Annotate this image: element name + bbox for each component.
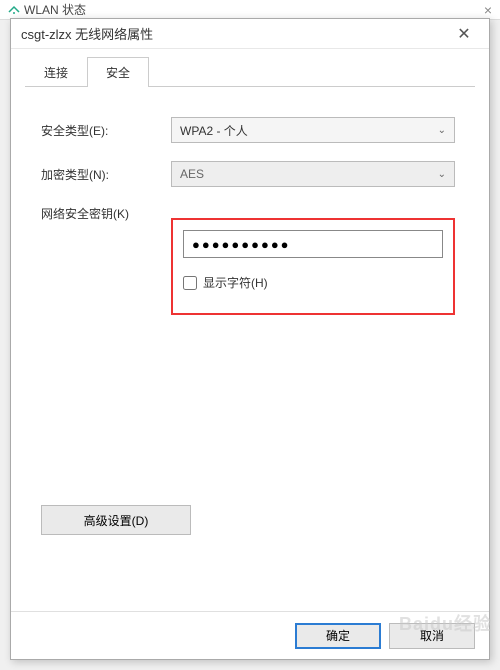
cancel-button[interactable]: 取消 — [389, 623, 475, 649]
wifi-icon — [8, 4, 20, 16]
show-chars-checkbox[interactable] — [183, 276, 197, 290]
encryption-type-select[interactable]: AES ⌄ — [171, 161, 455, 187]
chevron-down-icon: ⌄ — [438, 125, 446, 136]
network-key-label: 网络安全密钥(K) — [41, 205, 171, 222]
background-close-icon: × — [484, 2, 492, 18]
dialog-footer: 确定 取消 — [11, 611, 489, 659]
advanced-settings-button[interactable]: 高级设置(D) — [41, 505, 191, 535]
tab-connection[interactable]: 连接 — [25, 57, 87, 87]
background-window-title: WLAN 状态 — [24, 1, 86, 18]
tab-strip: 连接 安全 — [11, 49, 489, 87]
dialog-title: csgt-zlzx 无线网络属性 — [21, 24, 449, 43]
security-type-label: 安全类型(E): — [41, 122, 171, 139]
encryption-type-row: 加密类型(N): AES ⌄ — [41, 161, 465, 187]
security-type-value: WPA2 - 个人 — [180, 122, 248, 139]
dialog-titlebar: csgt-zlzx 无线网络属性 ✕ — [11, 19, 489, 49]
security-type-select[interactable]: WPA2 - 个人 ⌄ — [171, 117, 455, 143]
tab-content: 安全类型(E): WPA2 - 个人 ⌄ 加密类型(N): AES ⌄ 网络安全… — [11, 87, 489, 611]
background-window-titlebar: WLAN 状态 × — [0, 0, 500, 20]
network-key-input[interactable] — [183, 230, 443, 258]
show-chars-row: 显示字符(H) — [183, 274, 443, 291]
wifi-properties-dialog: csgt-zlzx 无线网络属性 ✕ 连接 安全 安全类型(E): WPA2 -… — [10, 18, 490, 660]
close-button[interactable]: ✕ — [449, 24, 479, 44]
tab-security[interactable]: 安全 — [87, 57, 149, 87]
encryption-type-value: AES — [180, 167, 204, 181]
show-chars-label: 显示字符(H) — [203, 274, 268, 291]
chevron-down-icon: ⌄ — [438, 169, 446, 180]
security-type-row: 安全类型(E): WPA2 - 个人 ⌄ — [41, 117, 465, 143]
highlight-annotation: 显示字符(H) — [171, 218, 455, 315]
encryption-type-label: 加密类型(N): — [41, 166, 171, 183]
ok-button[interactable]: 确定 — [295, 623, 381, 649]
